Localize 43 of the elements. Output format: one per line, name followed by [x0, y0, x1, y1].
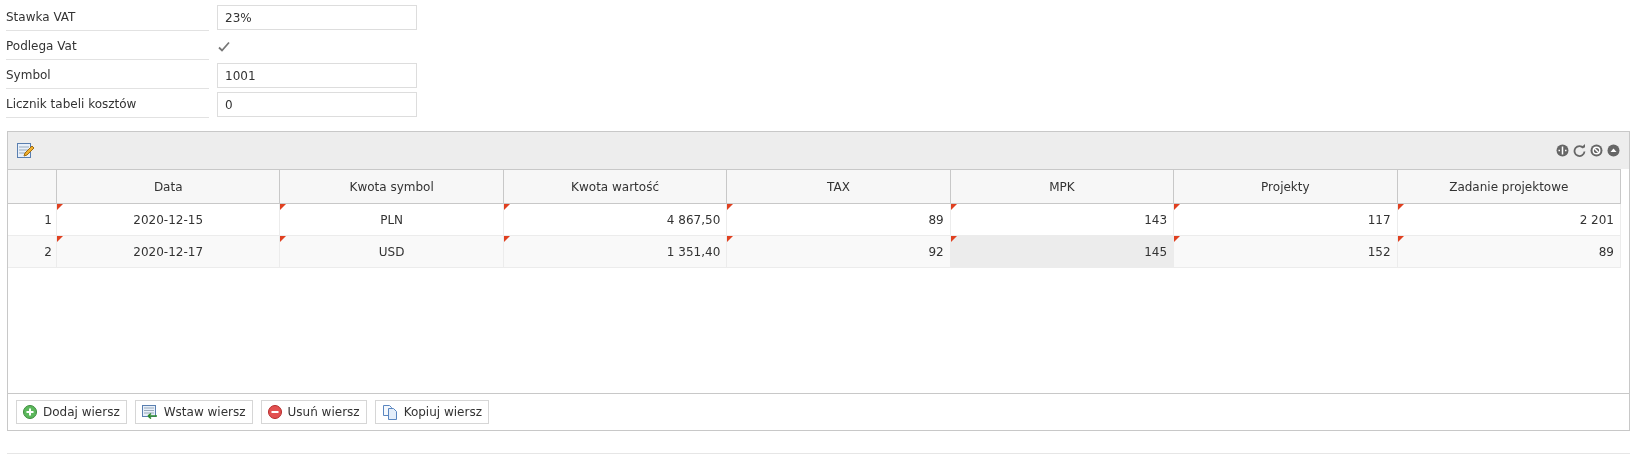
minus-icon: [267, 405, 282, 419]
collapse-icon[interactable]: [1607, 144, 1620, 157]
column-header[interactable]: TAX: [727, 170, 951, 203]
table-cell[interactable]: 145: [950, 236, 1175, 267]
copy-icon: [381, 404, 398, 420]
table-cell[interactable]: 2 201: [1397, 204, 1621, 235]
plus-icon: [23, 405, 37, 419]
input-field[interactable]: 1001: [217, 63, 417, 88]
toolbar-button[interactable]: Usuń wiersz: [260, 400, 367, 424]
checkbox[interactable]: [217, 39, 231, 54]
edit-table-icon[interactable]: [17, 142, 34, 159]
column-header[interactable]: Kwota wartość: [503, 170, 728, 203]
toolbar-button[interactable]: Dodaj wiersz: [16, 400, 127, 424]
table-cell[interactable]: USD: [280, 236, 504, 267]
toolbar-button[interactable]: Kopiuj wiersz: [374, 400, 489, 424]
table-cell[interactable]: 2020-12-15: [57, 204, 281, 235]
table-cell[interactable]: 143: [950, 204, 1175, 235]
column-header[interactable]: Zadanie projektowe: [1397, 170, 1621, 203]
column-header[interactable]: Projekty: [1174, 170, 1398, 203]
table-cell[interactable]: 4 867,50: [503, 204, 728, 235]
column-header[interactable]: Data: [57, 170, 281, 203]
row-number: 1: [8, 204, 57, 235]
table-cell[interactable]: 152: [1174, 236, 1398, 267]
table-cell[interactable]: 1 351,40: [503, 236, 728, 267]
column-header[interactable]: Kwota symbol: [280, 170, 504, 203]
toolbar-button[interactable]: Wstaw wiersz: [134, 400, 253, 424]
table-cell[interactable]: PLN: [280, 204, 504, 235]
input-field[interactable]: 23%: [217, 5, 417, 30]
row-number: 2: [8, 236, 57, 267]
table-cell[interactable]: 2020-12-17: [57, 236, 281, 267]
split-circle-icon[interactable]: [1556, 144, 1569, 157]
table-cell[interactable]: 89: [727, 204, 951, 235]
block-icon[interactable]: [1590, 144, 1603, 157]
field-label: Podlega Vat: [6, 38, 77, 55]
table-cell[interactable]: 92: [727, 236, 951, 267]
refresh-icon[interactable]: [1573, 144, 1586, 157]
field-label: Licznik tabeli kosztów: [6, 96, 137, 113]
input-field[interactable]: 0: [217, 92, 417, 117]
table-cell[interactable]: 89: [1397, 236, 1621, 267]
field-label: Stawka VAT: [6, 9, 76, 26]
field-label: Symbol: [6, 67, 51, 84]
column-header[interactable]: MPK: [950, 170, 1175, 203]
table-cell[interactable]: 117: [1174, 204, 1398, 235]
